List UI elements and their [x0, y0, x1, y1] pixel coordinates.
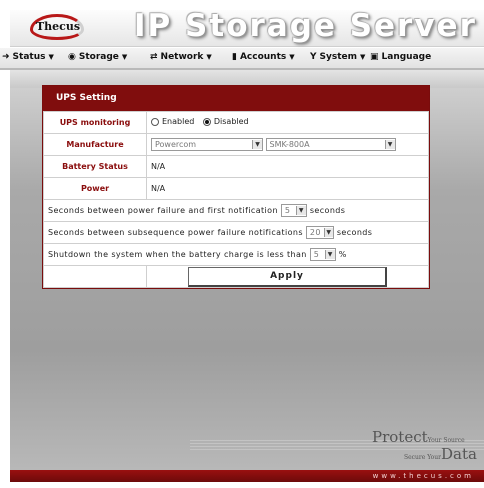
subsequent-notification-cell: Seconds between subsequence power failur… [43, 221, 429, 244]
accounts-icon: ▮ [232, 52, 237, 62]
slogan-your-source: Your Source [427, 437, 465, 444]
subsequent-notification-label: Seconds between subsequence power failur… [48, 228, 303, 237]
battery-status-label: Battery Status [43, 155, 147, 178]
menu-label: Language [381, 52, 432, 62]
pointer-icon: ➜ [2, 52, 10, 62]
battery-status-value: N/A [146, 155, 429, 178]
chevron-down-icon: ▼ [289, 53, 295, 61]
chevron-down-icon: ▼ [324, 250, 335, 259]
chevron-down-icon: ▼ [384, 140, 395, 149]
panel-title: UPS Setting [43, 86, 429, 111]
language-icon: ▣ [370, 52, 379, 62]
menu-status[interactable]: ➜ Status ▼ [2, 52, 54, 62]
ups-form: UPS monitoring Enabled Disabled Manufact… [43, 111, 429, 288]
chevron-down-icon: ▼ [360, 53, 366, 61]
footer-url: www.thecus.com [372, 472, 474, 480]
logo-text: Thecus [36, 20, 81, 33]
first-notification-label: Seconds between power failure and first … [48, 206, 278, 215]
form-row-first-notification: Seconds between power failure and first … [43, 199, 429, 222]
network-icon: ⇄ [150, 52, 158, 62]
menu-network[interactable]: ⇄ Network ▼ [150, 52, 212, 62]
thecus-logo: Thecus [30, 14, 84, 40]
first-notification-unit: seconds [309, 206, 346, 215]
chevron-down-icon: ▼ [295, 206, 306, 215]
slogan-data: Data [441, 445, 477, 463]
subsequent-notification-select[interactable]: 20 ▼ [305, 226, 334, 239]
form-row-shutdown: Shutdown the system when the battery cha… [43, 243, 429, 266]
slogan-secure-your: Secure Your [404, 454, 441, 461]
chevron-down-icon: ▼ [252, 140, 262, 149]
ups-monitoring-label: UPS monitoring [43, 111, 147, 134]
form-row-monitoring: UPS monitoring Enabled Disabled [43, 111, 429, 134]
menu-label: Network [160, 52, 204, 62]
manufacturer-select-value: Powercom [155, 140, 197, 149]
model-select[interactable]: SMK-800A ▼ [265, 138, 396, 151]
chevron-down-icon: ▼ [121, 53, 128, 61]
menu-bar: ➜ Status ▼ ◉ Storage ▼ ⇄ Network ▼ ▮ Acc… [0, 48, 484, 70]
menu-label: Storage [78, 52, 119, 62]
manufacture-selects: Powercom ▼ SMK-800A ▼ [146, 133, 429, 156]
radio-circle-icon [151, 117, 159, 126]
menu-label: Accounts [239, 52, 287, 62]
system-icon: Y [310, 52, 317, 62]
enabled-radio-label: Enabled [162, 117, 195, 127]
disabled-radio[interactable]: Disabled [202, 117, 249, 127]
menu-language[interactable]: ▣ Language [370, 52, 431, 62]
power-label: Power [43, 177, 147, 200]
form-row-battery: Battery Status N/A [43, 155, 429, 178]
apply-button[interactable]: Apply [188, 266, 387, 287]
ups-monitoring-options: Enabled Disabled [146, 111, 429, 134]
first-notification-value: 5 [284, 206, 291, 215]
power-value: N/A [146, 177, 429, 200]
enabled-radio[interactable]: Enabled [151, 117, 194, 126]
menu-accounts[interactable]: ▮ Accounts ▼ [232, 52, 295, 62]
disabled-radio-label: Disabled [213, 117, 249, 127]
menu-system[interactable]: Y System ▼ [310, 52, 365, 62]
menu-storage[interactable]: ◉ Storage ▼ [68, 52, 127, 62]
shutdown-threshold-value: 5 [313, 250, 320, 259]
apply-cell: Apply [146, 265, 429, 288]
menu-label: System [319, 52, 358, 62]
form-row-manufacture: Manufacture Powercom ▼ SMK-800A ▼ [43, 133, 429, 156]
form-row-power: Power N/A [43, 177, 429, 200]
first-notification-select[interactable]: 5 ▼ [280, 204, 307, 217]
form-row-subsequent-notification: Seconds between subsequence power failur… [43, 221, 429, 244]
app-frame: Thecus IP Storage Server ➜ Status ▼ ◉ St… [0, 0, 484, 488]
ups-setting-panel: UPS Setting UPS monitoring Enabled Disab… [42, 85, 430, 289]
chevron-down-icon: ▼ [48, 53, 54, 61]
subsequent-notification-value: 20 [309, 228, 321, 237]
shutdown-cell: Shutdown the system when the battery cha… [43, 243, 429, 266]
chevron-down-icon: ▼ [323, 228, 333, 237]
footer-bar: www.thecus.com [10, 470, 484, 482]
first-notification-cell: Seconds between power failure and first … [43, 199, 429, 222]
shutdown-unit: % [338, 250, 347, 259]
header: Thecus IP Storage Server [10, 8, 484, 47]
manufacturer-select[interactable]: Powercom ▼ [151, 138, 263, 151]
model-select-value: SMK-800A [269, 140, 310, 149]
shutdown-threshold-select[interactable]: 5 ▼ [309, 248, 336, 261]
secure-slogan: Secure YourData [404, 444, 477, 463]
page-title: IP Storage Server [134, 8, 477, 44]
radio-checked-icon [202, 117, 211, 126]
menu-label: Status [12, 52, 46, 62]
form-row-apply: Apply [43, 265, 429, 288]
chevron-down-icon: ▼ [206, 53, 212, 61]
manufacture-label: Manufacture [43, 133, 147, 156]
disk-icon: ◉ [68, 52, 76, 62]
apply-spacer [43, 265, 147, 288]
subsequent-notification-unit: seconds [336, 228, 373, 237]
shutdown-label: Shutdown the system when the battery cha… [48, 250, 307, 259]
